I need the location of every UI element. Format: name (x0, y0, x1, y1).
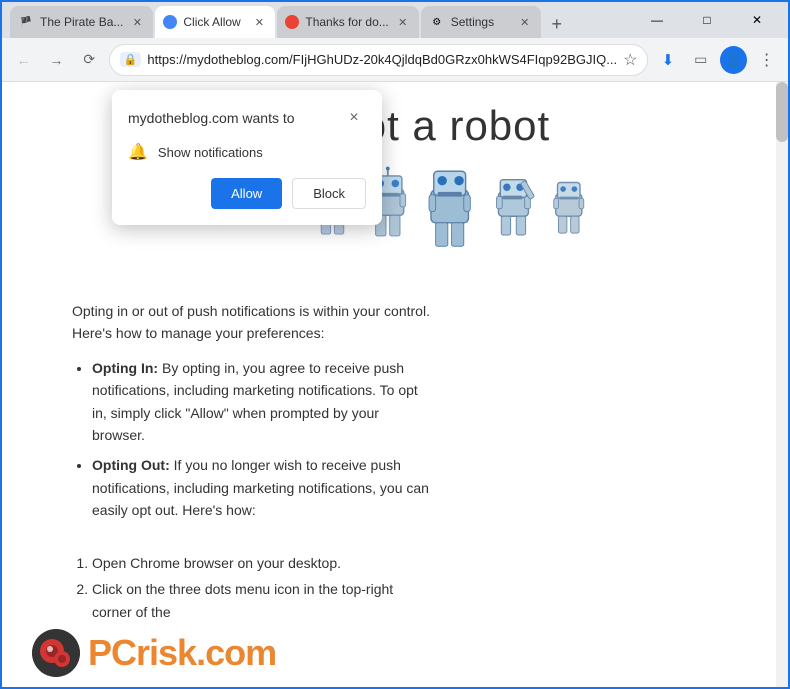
popup-header: mydotheblog.com wants to × (128, 106, 366, 130)
minimize-button[interactable]: — (634, 2, 680, 38)
pcrisk-risk: risk (136, 632, 196, 673)
pcrisk-logo-svg (32, 629, 80, 677)
address-bar-input[interactable]: 🔒 https://mydotheblog.com/FIjHGhUDz-20k4… (109, 44, 649, 76)
tabs-bar: 🏴 The Pirate Ba... ✕ Click Allow ✕ Thank… (10, 2, 630, 38)
notification-permission-popup: mydotheblog.com wants to × 🔔 Show notifi… (112, 90, 382, 225)
tab-title-2: Click Allow (183, 15, 245, 29)
article-steps: Open Chrome browser on your desktop. Cli… (72, 552, 432, 623)
sidebar-toggle-button[interactable]: ▭ (687, 46, 714, 74)
security-lock-icon: 🔒 (120, 52, 142, 67)
bell-icon: 🔔 (128, 142, 148, 162)
tab-title-4: Settings (451, 15, 511, 29)
tab-title-1: The Pirate Ba... (40, 15, 123, 29)
close-button[interactable]: ✕ (734, 2, 780, 38)
tab-close-4[interactable]: ✕ (517, 14, 533, 30)
pcrisk-com: .com (196, 632, 276, 673)
article-content: Opting in or out of push notifications i… (72, 300, 432, 623)
step-2: Click on the three dots menu icon in the… (92, 578, 432, 623)
address-bar: ← → ⟳ 🔒 https://mydotheblog.com/FIjHGhUD… (2, 38, 788, 82)
popup-title: mydotheblog.com wants to (128, 110, 295, 126)
tab-thanks[interactable]: Thanks for do... ✕ (277, 6, 418, 38)
pcrisk-logo-area: PCrisk.com (32, 629, 276, 677)
popup-buttons: Allow Block (128, 178, 366, 209)
show-notifications-label: Show notifications (158, 145, 263, 160)
browser-frame: 🏴 The Pirate Ba... ✕ Click Allow ✕ Thank… (2, 2, 788, 687)
scrollbar[interactable] (776, 82, 788, 687)
article-list: Opting In: By opting in, you agree to re… (72, 357, 432, 522)
forward-button[interactable]: → (43, 46, 70, 74)
title-bar: 🏴 The Pirate Ba... ✕ Click Allow ✕ Thank… (2, 2, 788, 38)
block-button[interactable]: Block (292, 178, 366, 209)
tab-title-3: Thanks for do... (305, 15, 388, 29)
tab-favicon-2 (163, 15, 177, 29)
tab-favicon-3 (285, 15, 299, 29)
tab-click-allow[interactable]: Click Allow ✕ (155, 6, 275, 38)
bookmark-star-icon[interactable]: ☆ (623, 50, 637, 70)
allow-button[interactable]: Allow (211, 178, 282, 209)
profile-button[interactable]: 👤 (720, 46, 747, 74)
new-tab-button[interactable]: + (543, 10, 571, 38)
chrome-menu-button[interactable]: ⋮ (753, 46, 780, 74)
tab-favicon-1: 🏴 (18, 14, 34, 30)
tab-pirate-bay[interactable]: 🏴 The Pirate Ba... ✕ (10, 6, 153, 38)
tab-settings[interactable]: ⚙ Settings ✕ (421, 6, 541, 38)
tab-close-2[interactable]: ✕ (251, 14, 267, 30)
notification-row: 🔔 Show notifications (128, 142, 366, 162)
download-button[interactable]: ⬇ (654, 46, 681, 74)
pcrisk-text: PCrisk.com (88, 632, 276, 674)
url-text: https://mydotheblog.com/FIjHGhUDz-20k4Qj… (147, 52, 617, 67)
pcrisk-logo-icon (32, 629, 80, 677)
opting-out-title: Opting Out: (92, 457, 170, 473)
article-list-item-2: Opting Out: If you no longer wish to rec… (92, 454, 432, 521)
scrollbar-thumb[interactable] (776, 82, 788, 142)
article-list-item-1: Opting In: By opting in, you agree to re… (92, 357, 432, 447)
step-1: Open Chrome browser on your desktop. (92, 552, 432, 574)
maximize-button[interactable]: □ (684, 2, 730, 38)
pcrisk-pc: PC (88, 632, 136, 673)
back-button[interactable]: ← (10, 46, 37, 74)
tab-close-1[interactable]: ✕ (129, 14, 145, 30)
page-content: mydotheblog.com wants to × 🔔 Show notifi… (2, 82, 788, 687)
opting-in-title: Opting In: (92, 360, 158, 376)
article-intro: Opting in or out of push notifications i… (72, 300, 432, 345)
tab-favicon-4: ⚙ (429, 14, 445, 30)
tab-close-3[interactable]: ✕ (395, 14, 411, 30)
window-controls: — □ ✕ (634, 2, 780, 38)
refresh-button[interactable]: ⟳ (76, 46, 103, 74)
popup-close-button[interactable]: × (342, 106, 366, 130)
